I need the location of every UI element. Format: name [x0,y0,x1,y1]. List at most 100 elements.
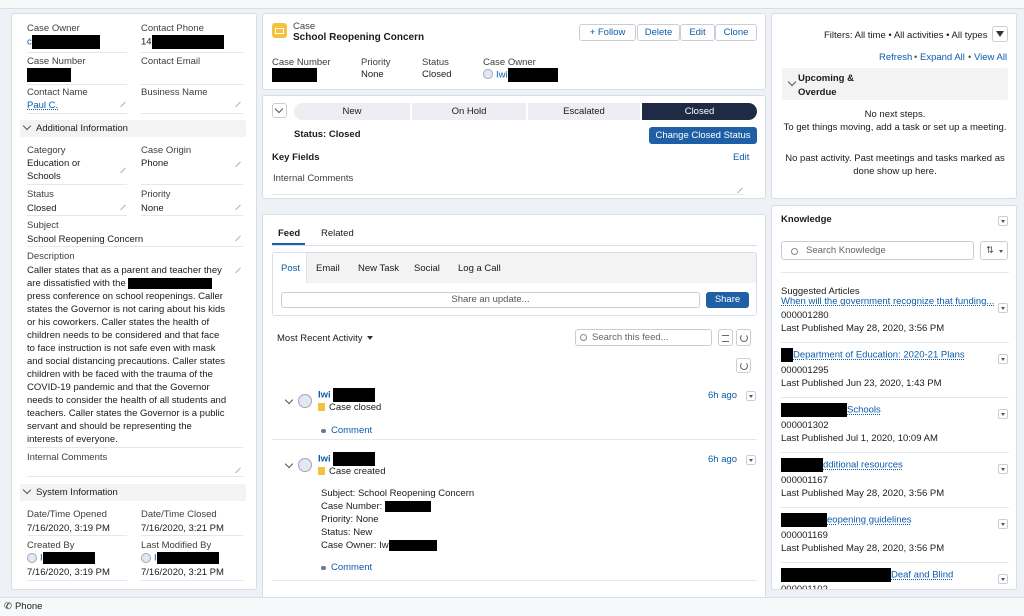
article-4: dditional resources 000001167 Last Publi… [781,456,1009,511]
chevron-down-icon[interactable] [284,459,294,469]
comment-link-2[interactable]: Comment [321,562,372,573]
article-menu-3[interactable] [998,409,1008,419]
article-6-title[interactable]: Deaf and Blind [781,568,953,582]
case-owner-value[interactable]: c [27,35,100,49]
article-3-published: Last Published Jul 1, 2020, 10:09 AM [781,433,938,444]
knowledge-search-input[interactable]: Search Knowledge [781,241,974,260]
utility-bar: ✆ Phone [0,597,1024,616]
publisher-tab-new-task[interactable]: New Task [358,263,399,274]
path-step-on-hold[interactable]: On Hold [412,103,526,120]
filter-icon [722,335,729,342]
path-step-escalated[interactable]: Escalated [528,103,640,120]
follow-button[interactable]: + Follow [579,24,636,41]
chevron-down-icon[interactable] [284,395,294,405]
priority-label: Priority [141,189,171,200]
share-button[interactable]: Share [706,292,749,308]
publisher-tab-email[interactable]: Email [316,263,340,274]
refresh-link[interactable]: Refresh [879,52,912,63]
clone-button[interactable]: Clone [715,24,757,41]
date-closed-value: 7/16/2020, 3:21 PM [141,523,224,534]
article-1-title[interactable]: When will the government recognize that … [781,296,994,307]
created-by-label: Created By [27,540,75,551]
hl-case-owner-link[interactable]: Iwi [496,68,558,82]
article-1-number: 000001280 [781,310,829,321]
article-5-number: 000001169 [781,530,828,541]
article-3-title[interactable]: Schools [781,403,881,417]
expand-all-link[interactable]: Expand All [920,52,965,63]
article-4-title[interactable]: dditional resources [781,458,903,472]
additional-info-section-header[interactable]: Additional Information [20,120,246,137]
created-by-date: 7/16/2020, 3:19 PM [27,567,110,578]
filter-button[interactable] [992,26,1008,42]
path-step-closed[interactable]: Closed [642,103,757,120]
phone-icon: ✆ [4,601,12,612]
feed-search-input[interactable]: Search this feed... [575,329,712,346]
category-label: Category [27,145,66,156]
case-number-label: Case Number [27,56,86,67]
priority-value: None [141,203,164,214]
sort-icon: ⇅ [986,245,994,256]
detail-owner: Case Owner: Iw [321,539,474,552]
hl-case-number-redacted [272,68,317,82]
article-5: eopening guidelines 000001169 Last Publi… [781,511,1009,566]
user-avatar-icon [27,553,37,563]
publisher-tab-log-a-call[interactable]: Log a Call [458,263,501,274]
article-menu-6[interactable] [998,574,1008,584]
share-update-input[interactable]: Share an update... [281,292,700,308]
contact-name-link[interactable]: Paul C. [27,100,58,111]
article-menu-4[interactable] [998,464,1008,474]
edit-button[interactable]: Edit [680,24,715,41]
feed-item-menu-2[interactable] [746,455,756,465]
path-step-new[interactable]: New [294,103,410,120]
status-value: Closed [27,203,57,214]
hl-status-label: Status [422,57,449,68]
upcoming-overdue-header[interactable]: Upcoming & Overdue [782,68,1008,100]
detail-case-number: Case Number: [321,500,474,513]
status-label: Status [27,189,54,200]
article-6: Deaf and Blind 000001102 [781,566,1009,589]
publisher-tab-social[interactable]: Social [414,263,440,274]
sort-dropdown[interactable]: Most Recent Activity [277,333,373,344]
chevron-down-icon [22,485,32,495]
view-all-link[interactable]: View All [974,52,1007,63]
tab-feed[interactable]: Feed [278,228,300,239]
phone-utility-item[interactable]: ✆ Phone [4,601,42,612]
refresh-icon-secondary[interactable] [736,358,751,373]
feed-author-1[interactable]: Iwi [318,388,376,402]
change-closed-status-button[interactable]: Change Closed Status [649,127,757,144]
modified-by-user[interactable]: I [154,552,219,564]
system-info-section-header[interactable]: System Information [20,484,246,501]
publisher-tab-post[interactable]: Post [273,253,307,283]
knowledge-menu-button[interactable] [998,216,1008,226]
feed-item-1: Iwi Case closed 6h ago Comment [263,383,765,441]
feed-time-2[interactable]: 6h ago [708,454,737,465]
case-number-redacted [27,68,71,82]
path-toggle-button[interactable] [272,103,287,118]
feed-time-1[interactable]: 6h ago [708,390,737,401]
feed-author-2[interactable]: Iwi [318,452,376,466]
article-5-title[interactable]: eopening guidelines [781,513,912,527]
business-name-label: Business Name [141,87,208,98]
article-1-published: Last Published May 28, 2020, 3:56 PM [781,323,945,334]
article-menu-5[interactable] [998,519,1008,529]
key-fields-edit-link[interactable]: Edit [733,152,749,163]
knowledge-sort-button[interactable]: ⇅ [980,241,1008,260]
refresh-feed-button[interactable] [736,329,751,346]
article-2-title[interactable]: Department of Education: 2020-21 Plans [781,348,965,362]
case-icon [318,467,325,476]
internal-comments-label: Internal Comments [27,452,108,463]
hl-case-number-label: Case Number [272,57,331,68]
article-menu-1[interactable] [998,303,1008,313]
feed-item-menu-1[interactable] [746,391,756,401]
subject-value: School Reopening Concern [27,234,144,245]
article-menu-2[interactable] [998,354,1008,364]
chevron-down-icon [787,77,797,87]
delete-button[interactable]: Delete [637,24,680,41]
modified-by-date: 7/16/2020, 3:21 PM [141,567,224,578]
tab-related[interactable]: Related [321,228,354,239]
filter-feed-button[interactable] [718,329,733,346]
case-origin-label: Case Origin [141,145,192,156]
article-2-number: 000001295 [781,365,829,376]
comment-link-1[interactable]: Comment [321,425,372,436]
created-by-user[interactable]: I [40,552,95,564]
